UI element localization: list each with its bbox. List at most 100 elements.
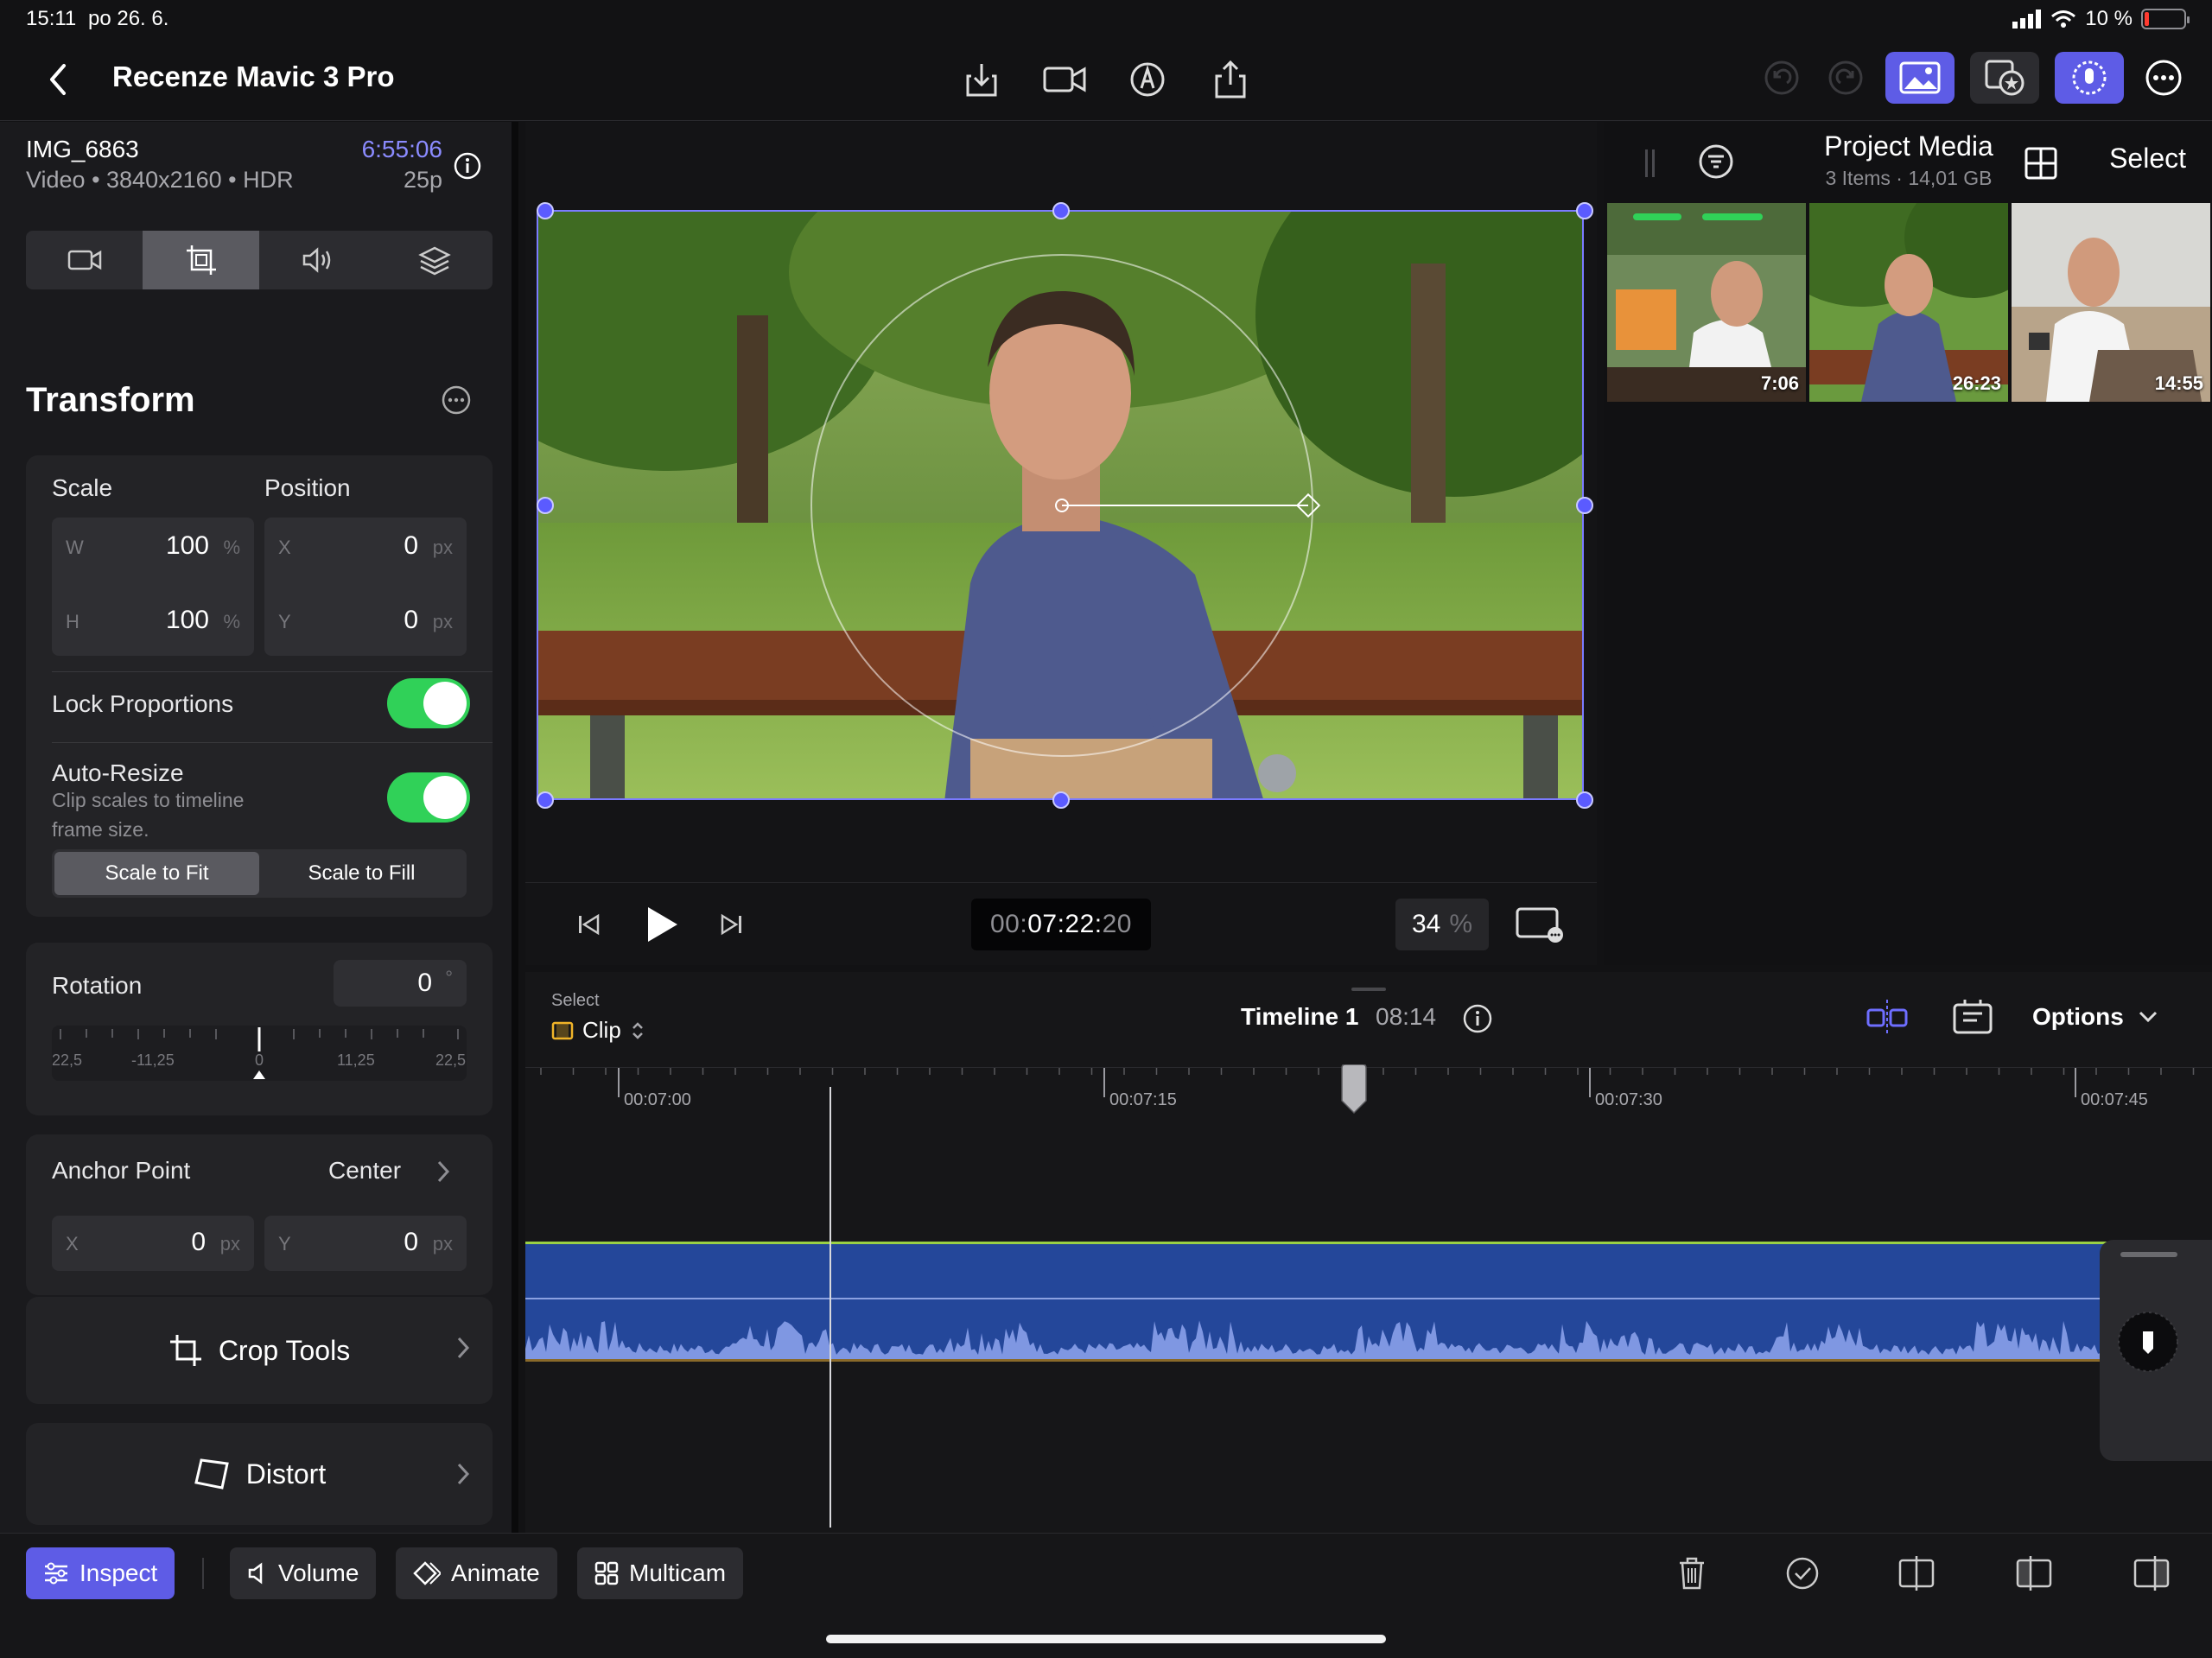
anchor-x-field: X 0 px (52, 1216, 254, 1271)
grid-view-icon[interactable] (2024, 146, 2058, 181)
zoom-scrubber[interactable] (2100, 1240, 2212, 1461)
rotation-card: Rotation 0 ° -22,5 -11,25 0 11,25 22,5 (26, 943, 493, 1115)
skip-back-icon[interactable] (574, 909, 605, 940)
status-date: po 26. 6. (88, 7, 169, 30)
filter-icon[interactable] (1697, 143, 1735, 181)
info-icon (454, 152, 481, 180)
viewer: 00: 07:22: 20 34% (525, 122, 1597, 965)
inspect-button[interactable]: Inspect (26, 1547, 175, 1599)
browser-title: Project Media (1824, 130, 1993, 162)
zoom-value: 34 (1411, 910, 1441, 938)
lock-proportions-toggle[interactable] (387, 678, 470, 728)
animate-button[interactable]: Animate (396, 1547, 557, 1599)
more-button[interactable] (2139, 54, 2188, 102)
redo-button[interactable] (1821, 54, 1870, 102)
camera-button[interactable] (1040, 55, 1089, 104)
anchor-y-input[interactable]: 0 (404, 1228, 418, 1257)
chevron-right-icon (457, 1337, 470, 1359)
divider (52, 671, 493, 672)
timeline-clip[interactable] (525, 1242, 2212, 1362)
anchor-x-input[interactable]: 0 (191, 1228, 206, 1257)
tab-video[interactable] (26, 231, 143, 289)
time-ruler[interactable]: 00:07:00 00:07:15 00:07:30 00:07:45 (525, 1067, 2212, 1119)
snapping-icon[interactable] (1865, 998, 1910, 1038)
viewer-options-icon[interactable] (1514, 904, 1566, 945)
transform-handle[interactable] (1576, 791, 1593, 809)
transform-handle[interactable] (537, 791, 554, 809)
media-thumbnail[interactable]: 7:06 (1607, 203, 1806, 402)
options-dropdown[interactable]: Options (2032, 1003, 2158, 1031)
video-frame[interactable] (537, 210, 1584, 800)
play-icon[interactable] (641, 904, 681, 945)
timecode-display[interactable]: 00: 07:22: 20 (971, 899, 1151, 950)
delete-button[interactable] (1669, 1551, 1714, 1596)
pos-x-unit: px (432, 537, 453, 558)
volume-button[interactable]: Volume (230, 1547, 377, 1599)
timeline-resize-handle[interactable] (1351, 988, 1386, 991)
auto-resize-toggle[interactable] (387, 772, 470, 823)
scale-w-input[interactable]: 100 (166, 531, 209, 561)
timeline-title: Timeline 1 (1241, 1003, 1359, 1030)
rotation-dial[interactable]: -22,5 -11,25 0 11,25 22,5 (52, 1026, 467, 1081)
media-thumbnail[interactable]: 26:23 (1809, 203, 2008, 402)
transform-handle[interactable] (537, 497, 554, 514)
effects-button[interactable] (1970, 52, 2039, 104)
distort-button[interactable]: Distort (26, 1423, 493, 1525)
voiceover-button[interactable] (2055, 52, 2124, 104)
home-indicator (826, 1635, 1386, 1643)
anchor-point-label: Anchor Point (52, 1157, 191, 1184)
video-camera-icon (1043, 67, 1086, 92)
clip-bottom-edge (525, 1359, 2212, 1362)
zoom-field[interactable]: 34% (1395, 899, 1489, 950)
drag-handle-icon[interactable] (1643, 148, 1657, 179)
info-icon[interactable] (1462, 1003, 1493, 1034)
transform-handle[interactable] (1576, 497, 1593, 514)
undo-button[interactable] (1758, 54, 1806, 102)
playhead-handle[interactable] (1339, 1064, 1369, 1118)
done-button[interactable] (1780, 1551, 1825, 1596)
scale-to-fit-button[interactable]: Scale to Fit (54, 852, 259, 895)
auto-resize-desc: Clip scales to timeline (52, 789, 245, 811)
transform-handle[interactable] (1576, 202, 1593, 219)
clip-view-icon[interactable] (1951, 998, 1994, 1038)
clip-meta: Video • 3840x2160 • HDR (26, 167, 294, 193)
tab-layers[interactable] (376, 231, 493, 289)
chevron-right-icon[interactable] (435, 1159, 451, 1185)
browser-select-button[interactable]: Select (2109, 143, 2186, 175)
markup-button[interactable] (1123, 55, 1172, 104)
transform-handle[interactable] (1052, 202, 1070, 219)
position-fields: X 0 px Y 0 px (264, 518, 467, 656)
skip-forward-icon[interactable] (715, 909, 747, 940)
clip-duration: 6:55:06 (361, 136, 442, 162)
back-button[interactable] (40, 59, 78, 100)
transform-handle[interactable] (1052, 791, 1070, 809)
timecode-hours: 00: (989, 910, 1028, 938)
crop-tools-button[interactable]: Crop Tools (26, 1297, 493, 1404)
tab-audio[interactable] (259, 231, 376, 289)
volume-line[interactable] (525, 1298, 2212, 1299)
clip-info-button[interactable] (453, 151, 482, 181)
pos-y-input[interactable]: 0 (404, 606, 418, 635)
playhead-line (830, 1087, 831, 1528)
rotation-input[interactable]: 0 (417, 969, 432, 998)
scale-h-input[interactable]: 100 (166, 606, 209, 635)
media-thumbnail[interactable]: 14:55 (2012, 203, 2210, 402)
share-button[interactable] (1206, 55, 1255, 104)
auto-resize-label: Auto-Resize (52, 759, 184, 786)
pos-x-input[interactable]: 0 (404, 531, 418, 561)
import-button[interactable] (957, 55, 1006, 104)
selection-mode-dropdown[interactable]: Clip (551, 1017, 645, 1044)
tab-transform[interactable] (143, 231, 259, 289)
split-button[interactable] (1894, 1551, 1939, 1596)
ruler-label: 00:07:30 (1595, 1090, 1662, 1109)
trim-start-button[interactable] (2012, 1551, 2056, 1596)
scale-to-fill-button[interactable]: Scale to Fill (259, 852, 464, 895)
trim-end-button[interactable] (2129, 1551, 2174, 1596)
transform-handle[interactable] (537, 202, 554, 219)
clip-mode-label: Clip (582, 1017, 621, 1043)
multicam-button[interactable]: Multicam (577, 1547, 744, 1599)
anchor-point-value[interactable]: Center (328, 1157, 401, 1185)
rotation-field: 0 ° (334, 960, 467, 1007)
transform-more-button[interactable] (441, 384, 472, 416)
photos-button[interactable] (1885, 52, 1955, 104)
